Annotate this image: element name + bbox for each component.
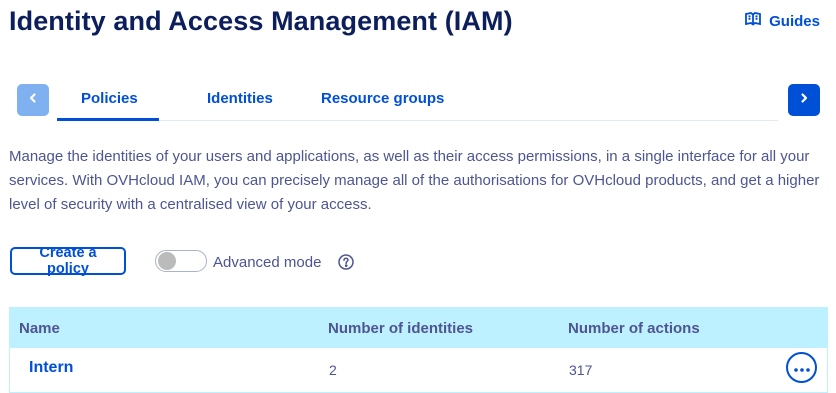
table-header: Name Number of identities Number of acti… — [9, 307, 828, 348]
create-policy-button[interactable]: Create a policy — [10, 245, 126, 277]
question-circle-icon[interactable] — [338, 254, 354, 270]
column-header-name[interactable]: Name — [19, 320, 60, 337]
advanced-mode-toggle[interactable] — [155, 250, 207, 272]
identities-count: 2 — [329, 362, 337, 378]
tab-bar: Policies Identities Resource groups — [17, 84, 820, 122]
guides-label: Guides — [769, 12, 820, 30]
book-open-icon — [745, 11, 762, 31]
page-description: Manage the identities of your users and … — [9, 148, 820, 213]
policies-table: Name Number of identities Number of acti… — [9, 307, 828, 393]
chevron-left-icon — [27, 91, 39, 109]
tabs-prev-button[interactable] — [17, 84, 49, 116]
chevron-right-icon — [798, 91, 810, 109]
advanced-mode-label: Advanced mode — [213, 254, 322, 271]
row-actions-button[interactable] — [786, 352, 817, 383]
actions-count: 317 — [569, 362, 593, 378]
tab-identities[interactable]: Identities — [207, 90, 273, 107]
tabs-next-button[interactable] — [788, 84, 820, 116]
active-tab-indicator — [57, 118, 159, 121]
column-header-actions[interactable]: Number of actions — [568, 320, 700, 337]
tab-resource-groups[interactable]: Resource groups — [321, 90, 444, 107]
toggle-knob — [158, 252, 176, 270]
page-title: Identity and Access Management (IAM) — [9, 6, 513, 36]
tab-policies[interactable]: Policies — [81, 90, 138, 107]
tabs-divider — [57, 120, 778, 121]
policy-name-link[interactable]: Intern — [29, 359, 73, 377]
ellipsis-icon — [793, 359, 810, 377]
column-header-identities[interactable]: Number of identities — [328, 320, 473, 337]
table-row: Intern 2 317 — [9, 348, 828, 393]
guides-link[interactable]: Guides — [745, 11, 820, 31]
